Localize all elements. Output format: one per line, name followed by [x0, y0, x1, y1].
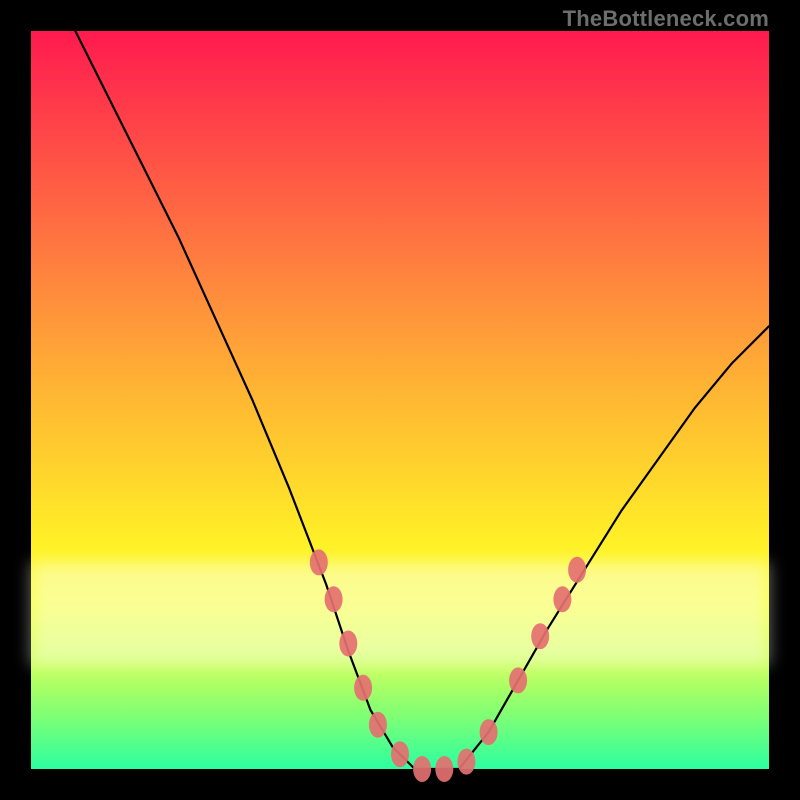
- chart-frame: TheBottleneck.com: [0, 0, 800, 800]
- plot-area: [31, 31, 769, 769]
- chart-svg: [31, 31, 769, 769]
- glow-band: [31, 562, 769, 665]
- branding-text: TheBottleneck.com: [563, 6, 769, 32]
